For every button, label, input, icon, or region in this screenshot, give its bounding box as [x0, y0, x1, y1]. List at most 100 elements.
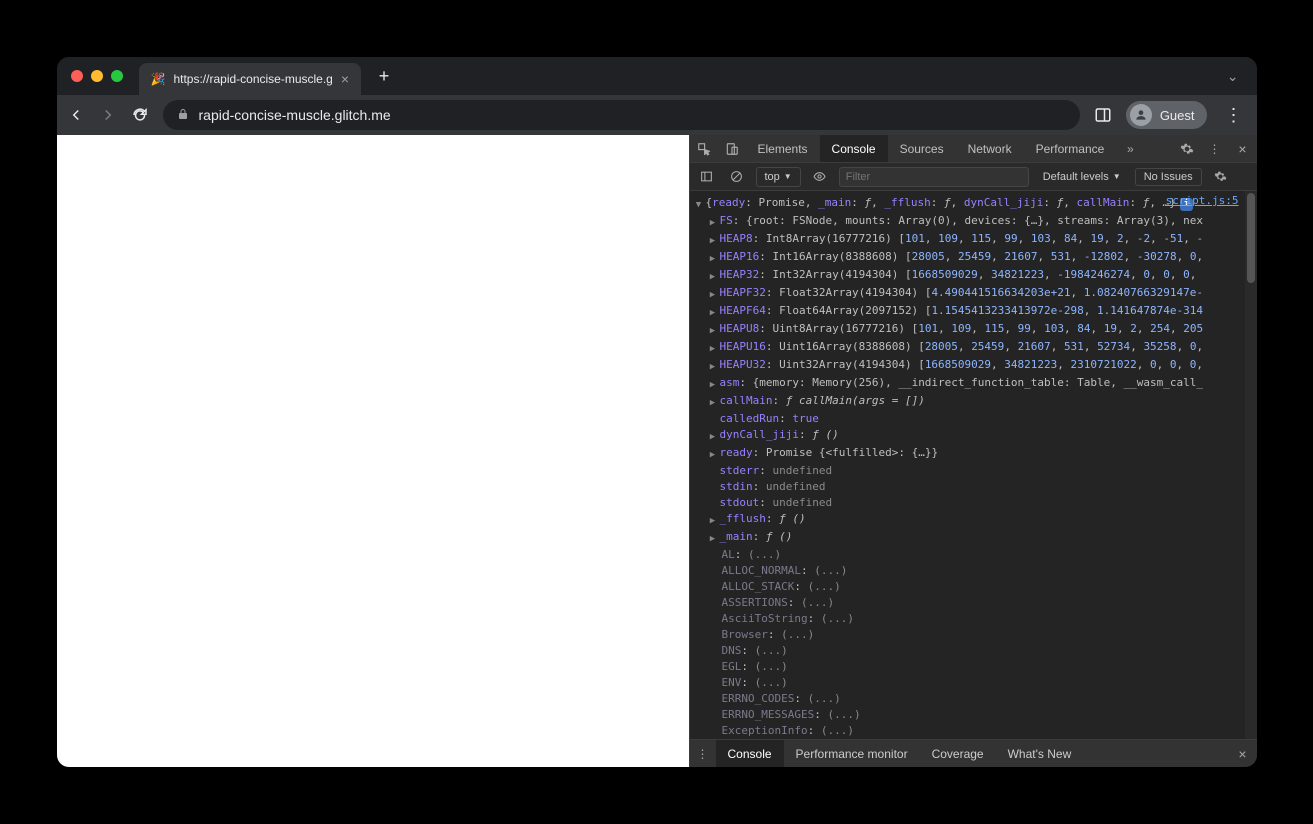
more-tabs-icon[interactable]: » [1116, 135, 1144, 162]
expand-caret-icon[interactable]: ▶ [708, 377, 718, 393]
object-property[interactable]: stdout: undefined [694, 495, 1249, 511]
object-property-getter[interactable]: ALLOC_STACK: (...) [694, 579, 1249, 595]
console-output[interactable]: script.js:5 ▼{ready: Promise, _main: ƒ, … [690, 191, 1257, 739]
live-expression-icon[interactable] [809, 166, 831, 188]
expand-caret-icon[interactable]: ▶ [708, 513, 718, 529]
tab-title: https://rapid-concise-muscle.g [173, 72, 332, 86]
expand-caret-icon[interactable]: ▶ [708, 447, 718, 463]
expand-caret-icon[interactable]: ▶ [708, 395, 718, 411]
context-selector[interactable]: top ▼ [756, 167, 801, 187]
close-window-icon[interactable] [71, 70, 83, 82]
object-property-getter[interactable]: ERRNO_CODES: (...) [694, 691, 1249, 707]
devtools-panel: Elements Console Sources Network Perform… [689, 135, 1257, 767]
object-property[interactable]: ▶HEAP32: Int32Array(4194304) [1668509029… [694, 267, 1249, 285]
object-property[interactable]: ▶dynCall_jiji: ƒ () [694, 427, 1249, 445]
object-property[interactable]: ▶HEAPU16: Uint16Array(8388608) [28005, 2… [694, 339, 1249, 357]
browser-menu-icon[interactable]: ⋮ [1221, 105, 1247, 126]
clear-console-icon[interactable] [726, 166, 748, 188]
profile-chip[interactable]: Guest [1126, 101, 1207, 129]
tab-performance[interactable]: Performance [1024, 135, 1117, 162]
tab-search-icon[interactable]: ⌄ [1227, 68, 1239, 85]
object-property[interactable]: ▶asm: {memory: Memory(256), __indirect_f… [694, 375, 1249, 393]
object-property[interactable]: stderr: undefined [694, 463, 1249, 479]
console-toolbar: top ▼ Default levels ▼ No Issues [690, 163, 1257, 191]
devtools-close-icon[interactable]: × [1229, 135, 1257, 162]
drawer-tab-coverage[interactable]: Coverage [920, 740, 996, 767]
object-property[interactable]: ▶HEAPU32: Uint32Array(4194304) [16685090… [694, 357, 1249, 375]
drawer-menu-icon[interactable]: ⋮ [690, 740, 716, 767]
back-button[interactable] [67, 106, 85, 124]
object-property[interactable]: ▶HEAPF64: Float64Array(2097152) [1.15454… [694, 303, 1249, 321]
object-property-getter[interactable]: DNS: (...) [694, 643, 1249, 659]
object-property-getter[interactable]: ERRNO_MESSAGES: (...) [694, 707, 1249, 723]
context-label: top [765, 171, 780, 183]
tab-network[interactable]: Network [956, 135, 1024, 162]
expand-caret-icon[interactable]: ▶ [708, 287, 718, 303]
object-property[interactable]: ▶FS: {root: FSNode, mounts: Array(0), de… [694, 213, 1249, 231]
minimize-window-icon[interactable] [91, 70, 103, 82]
expand-caret-icon[interactable]: ▶ [708, 215, 718, 231]
expand-caret-icon[interactable]: ▶ [708, 341, 718, 357]
object-property[interactable]: calledRun: true [694, 411, 1249, 427]
issues-button[interactable]: No Issues [1135, 168, 1202, 186]
expand-caret-icon[interactable]: ▶ [708, 323, 718, 339]
settings-icon[interactable] [1173, 135, 1201, 162]
expand-caret-icon[interactable]: ▶ [708, 429, 718, 445]
object-property-getter[interactable]: Browser: (...) [694, 627, 1249, 643]
profile-label: Guest [1160, 108, 1195, 123]
object-property[interactable]: ▶_fflush: ƒ () [694, 511, 1249, 529]
device-toolbar-icon[interactable] [718, 135, 746, 162]
devtools-tabs: Elements Console Sources Network Perform… [690, 135, 1257, 163]
tab-elements[interactable]: Elements [746, 135, 820, 162]
source-link[interactable]: script.js:5 [1166, 193, 1239, 209]
tab-console[interactable]: Console [820, 135, 888, 162]
filter-input[interactable] [839, 167, 1029, 187]
levels-label: Default levels [1043, 171, 1109, 183]
object-property[interactable]: ▶callMain: ƒ callMain(args = []) [694, 393, 1249, 411]
drawer-tab-performance-monitor[interactable]: Performance monitor [784, 740, 920, 767]
devtools-menu-icon[interactable]: ⋮ [1201, 135, 1229, 162]
lock-icon [177, 108, 189, 123]
object-property[interactable]: ▶HEAPU8: Uint8Array(16777216) [101, 109,… [694, 321, 1249, 339]
object-property[interactable]: ▶HEAP8: Int8Array(16777216) [101, 109, 1… [694, 231, 1249, 249]
maximize-window-icon[interactable] [111, 70, 123, 82]
object-property-getter[interactable]: ExceptionInfo: (...) [694, 723, 1249, 739]
expand-caret-icon[interactable]: ▶ [708, 251, 718, 267]
url-text: rapid-concise-muscle.glitch.me [199, 107, 391, 123]
expand-caret-icon[interactable]: ▶ [708, 233, 718, 249]
expand-caret-icon[interactable]: ▼ [694, 197, 704, 213]
favicon-icon: 🎉 [151, 72, 166, 86]
tab-sources[interactable]: Sources [888, 135, 956, 162]
inspect-element-icon[interactable] [690, 135, 718, 162]
object-property-getter[interactable]: AL: (...) [694, 547, 1249, 563]
object-property-getter[interactable]: ALLOC_NORMAL: (...) [694, 563, 1249, 579]
drawer-close-icon[interactable]: × [1229, 740, 1257, 767]
object-property-getter[interactable]: EGL: (...) [694, 659, 1249, 675]
object-property-getter[interactable]: ENV: (...) [694, 675, 1249, 691]
side-panel-icon[interactable] [1094, 106, 1112, 124]
object-property-getter[interactable]: ASSERTIONS: (...) [694, 595, 1249, 611]
object-property[interactable]: ▶HEAP16: Int16Array(8388608) [28005, 254… [694, 249, 1249, 267]
console-sidebar-toggle-icon[interactable] [696, 166, 718, 188]
close-tab-icon[interactable]: × [341, 71, 349, 87]
address-bar[interactable]: rapid-concise-muscle.glitch.me [163, 100, 1080, 130]
page-viewport[interactable] [57, 135, 689, 767]
log-levels-selector[interactable]: Default levels ▼ [1037, 171, 1127, 183]
expand-caret-icon[interactable]: ▶ [708, 269, 718, 285]
browser-toolbar: rapid-concise-muscle.glitch.me Guest ⋮ [57, 95, 1257, 135]
expand-caret-icon[interactable]: ▶ [708, 531, 718, 547]
drawer-tab-console[interactable]: Console [716, 740, 784, 767]
expand-caret-icon[interactable]: ▶ [708, 305, 718, 321]
new-tab-button[interactable]: + [371, 63, 397, 89]
object-property[interactable]: ▶ready: Promise {<fulfilled>: {…}} [694, 445, 1249, 463]
object-property-getter[interactable]: AsciiToString: (...) [694, 611, 1249, 627]
object-property[interactable]: ▶HEAPF32: Float32Array(4194304) [4.49044… [694, 285, 1249, 303]
reload-button[interactable] [131, 106, 149, 124]
expand-caret-icon[interactable]: ▶ [708, 359, 718, 375]
browser-tab[interactable]: 🎉 https://rapid-concise-muscle.g × [139, 63, 362, 95]
console-settings-icon[interactable] [1210, 166, 1232, 188]
object-property[interactable]: stdin: undefined [694, 479, 1249, 495]
drawer-tab-whats-new[interactable]: What's New [996, 740, 1084, 767]
object-property[interactable]: ▶_main: ƒ () [694, 529, 1249, 547]
forward-button[interactable] [99, 106, 117, 124]
